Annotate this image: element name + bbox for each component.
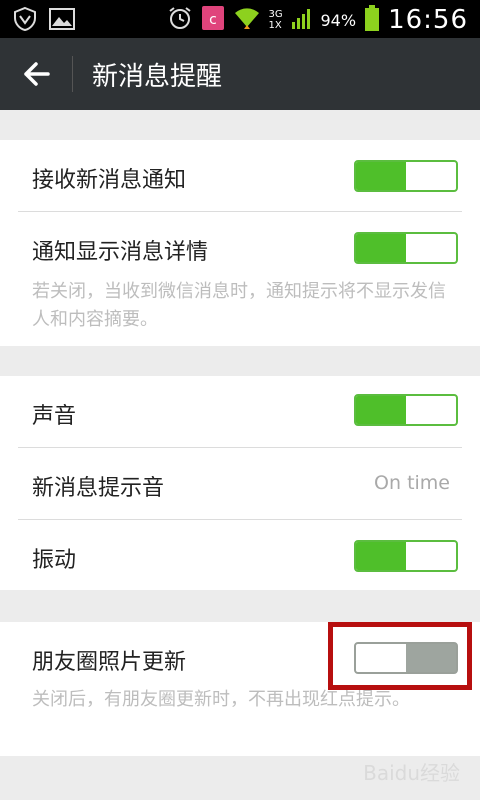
moments-update-description: 关闭后，有朋友圈更新时，不再出现红点提示。 bbox=[32, 689, 410, 710]
vibrate-label: 振动 bbox=[32, 548, 77, 573]
show-details-description: 若关闭，当收到微信消息时，通知提示将不显示发信人和内容摘要。 bbox=[32, 281, 446, 330]
vibrate-row[interactable]: 振动 bbox=[0, 520, 480, 592]
show-details-row[interactable]: 通知显示消息详情 bbox=[0, 212, 480, 284]
battery-percent: 94% bbox=[320, 10, 357, 30]
shield-v-icon bbox=[12, 6, 38, 36]
ringtone-label: 新消息提示音 bbox=[32, 476, 165, 501]
sound-settings-group: 声音 新消息提示音 On time 振动 bbox=[0, 376, 480, 590]
moments-update-label: 朋友圈照片更新 bbox=[32, 650, 187, 675]
clock: 16:56 bbox=[388, 5, 468, 35]
receive-notifications-row[interactable]: 接收新消息通知 bbox=[0, 140, 480, 212]
vibrate-toggle[interactable] bbox=[354, 540, 458, 572]
highlight-box bbox=[328, 622, 472, 690]
back-button[interactable] bbox=[18, 54, 58, 94]
watermark: Baidu经验 bbox=[363, 761, 460, 785]
sound-label: 声音 bbox=[32, 404, 77, 429]
show-details-toggle[interactable] bbox=[354, 232, 458, 264]
sound-row[interactable]: 声音 bbox=[0, 376, 480, 448]
alarm-icon bbox=[167, 5, 193, 35]
wifi-icon bbox=[233, 5, 261, 35]
app-c-icon: c bbox=[201, 5, 225, 35]
sound-toggle[interactable] bbox=[354, 394, 458, 426]
notification-settings-group: 接收新消息通知 通知显示消息详情 若关闭，当收到微信消息时，通知提示将不显示发信… bbox=[0, 140, 480, 346]
network-type-label: 3G 1X bbox=[268, 9, 283, 31]
battery-icon bbox=[364, 4, 380, 36]
back-arrow-icon bbox=[24, 62, 50, 86]
receive-notifications-toggle[interactable] bbox=[354, 160, 458, 192]
signal-icon bbox=[291, 6, 313, 34]
ringtone-value: On time bbox=[374, 472, 450, 494]
status-bar: c 3G 1X 94% 16:56 bbox=[0, 0, 480, 38]
page-title: 新消息提醒 bbox=[92, 62, 223, 92]
receive-notifications-label: 接收新消息通知 bbox=[32, 168, 187, 193]
ringtone-row[interactable]: 新消息提示音 On time bbox=[0, 448, 480, 520]
gallery-icon bbox=[48, 7, 76, 35]
show-details-label: 通知显示消息详情 bbox=[32, 240, 209, 265]
action-bar-divider bbox=[72, 56, 73, 92]
svg-text:c: c bbox=[209, 12, 217, 28]
action-bar: 新消息提醒 bbox=[0, 38, 480, 110]
